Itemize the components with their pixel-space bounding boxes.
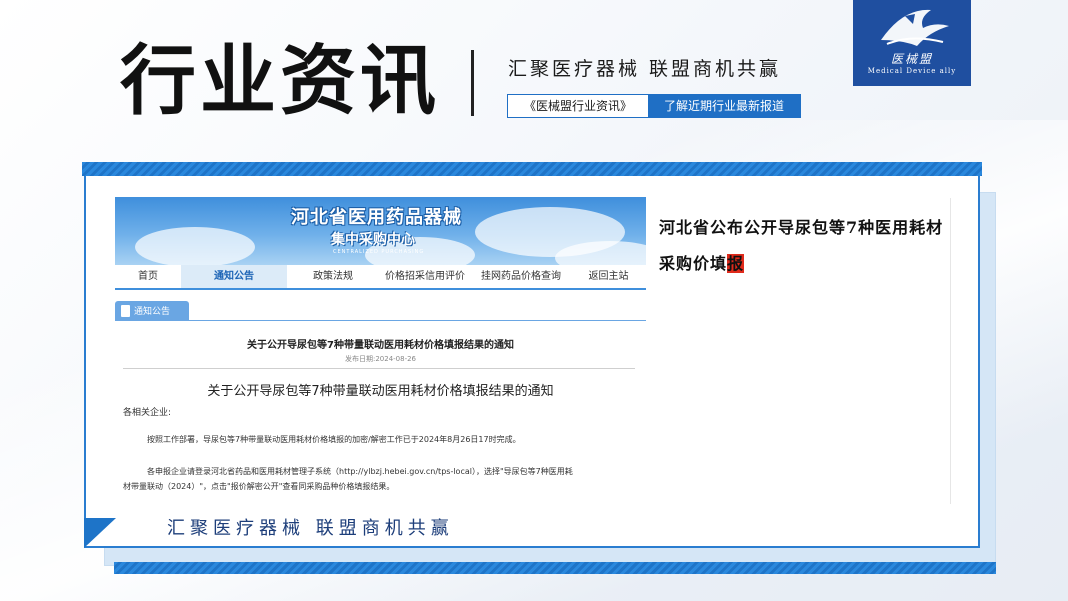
section-divider (115, 320, 646, 321)
nav-item-policy[interactable]: 政策法规 (287, 265, 379, 288)
header-tag: 《医械盟行业资讯》 了解近期行业最新报道 (507, 94, 801, 118)
title-divider (471, 50, 474, 116)
section-tab-label: 通知公告 (134, 307, 171, 317)
site-nav: 首页 通知公告 政策法规 价格招采信用评价 挂网药品价格查询 返回主站 (115, 265, 646, 290)
news-headline: 河北省公布公开导尿包等7种医用耗材采购价填报 (659, 210, 944, 282)
notice-paragraph-2-cont: 材带量联动（2024）"，点击"报价解密公开"查看同采购品种价格填报结果。 (123, 482, 395, 491)
notice-salutation: 各相关企业: (123, 408, 172, 418)
section-tab-notices: 通知公告 (115, 301, 189, 321)
site-subtitle: 集中采购中心 (331, 232, 415, 248)
notice-paragraph-2: 各申报企业请登录河北省药品和医用耗材管理子系统（http://ylbzj.heb… (147, 467, 573, 476)
header-slogan: 汇聚医疗器械 联盟商机共赢 (508, 58, 782, 80)
document-icon (121, 305, 130, 317)
nav-item-return-main[interactable]: 返回主站 (571, 265, 646, 288)
tag-label-right: 了解近期行业最新报道 (648, 95, 800, 117)
nav-item-home[interactable]: 首页 (115, 265, 181, 288)
card-bottom-stripe (114, 562, 996, 574)
nav-item-price-credit[interactable]: 价格招采信用评价 (379, 265, 471, 288)
card-top-stripe (82, 162, 982, 176)
notice-divider (123, 368, 635, 369)
notice-paragraph-1: 按照工作部署，导尿包等7种带量联动医用耗材价格填报的加密/解密工作已于2024年… (147, 435, 521, 444)
tag-label-left: 《医械盟行业资讯》 (508, 95, 648, 117)
page-title: 行业资讯 (120, 36, 440, 125)
nav-item-drug-price-query[interactable]: 挂网药品价格查询 (471, 265, 571, 288)
headline-text: 河北省公布公开导尿包等7种医用耗材采购价填 (659, 218, 944, 273)
website-screenshot: 河北省医用药品器械 集中采购中心 CENTRALIZED PURCHASING … (115, 197, 646, 503)
logo-text-en: Medical Device ally (867, 67, 957, 75)
card-corner-triangle (84, 518, 116, 548)
brand-logo: 医械盟 Medical Device ally (853, 0, 971, 86)
logo-text-cn: 医械盟 (890, 52, 933, 66)
site-subtitle-en: CENTRALIZED PURCHASING (333, 249, 425, 255)
card-slogan: 汇聚医疗器械 联盟商机共赢 (167, 518, 454, 539)
notice-title: 关于公开导尿包等7种带量联动医用耗材价格填报结果的通知 (207, 384, 554, 399)
column-divider (950, 198, 951, 504)
site-name: 河北省医用药品器械 (291, 207, 462, 228)
notice-title-small: 关于公开导尿包等7种带量联动医用耗材价格填报结果的通知 (247, 340, 514, 351)
nav-item-notices[interactable]: 通知公告 (181, 265, 287, 288)
notice-date: 发布日期:2024-08-26 (344, 355, 417, 363)
headline-highlight: 报 (727, 254, 745, 273)
site-banner: 河北省医用药品器械 集中采购中心 CENTRALIZED PURCHASING (115, 197, 646, 265)
